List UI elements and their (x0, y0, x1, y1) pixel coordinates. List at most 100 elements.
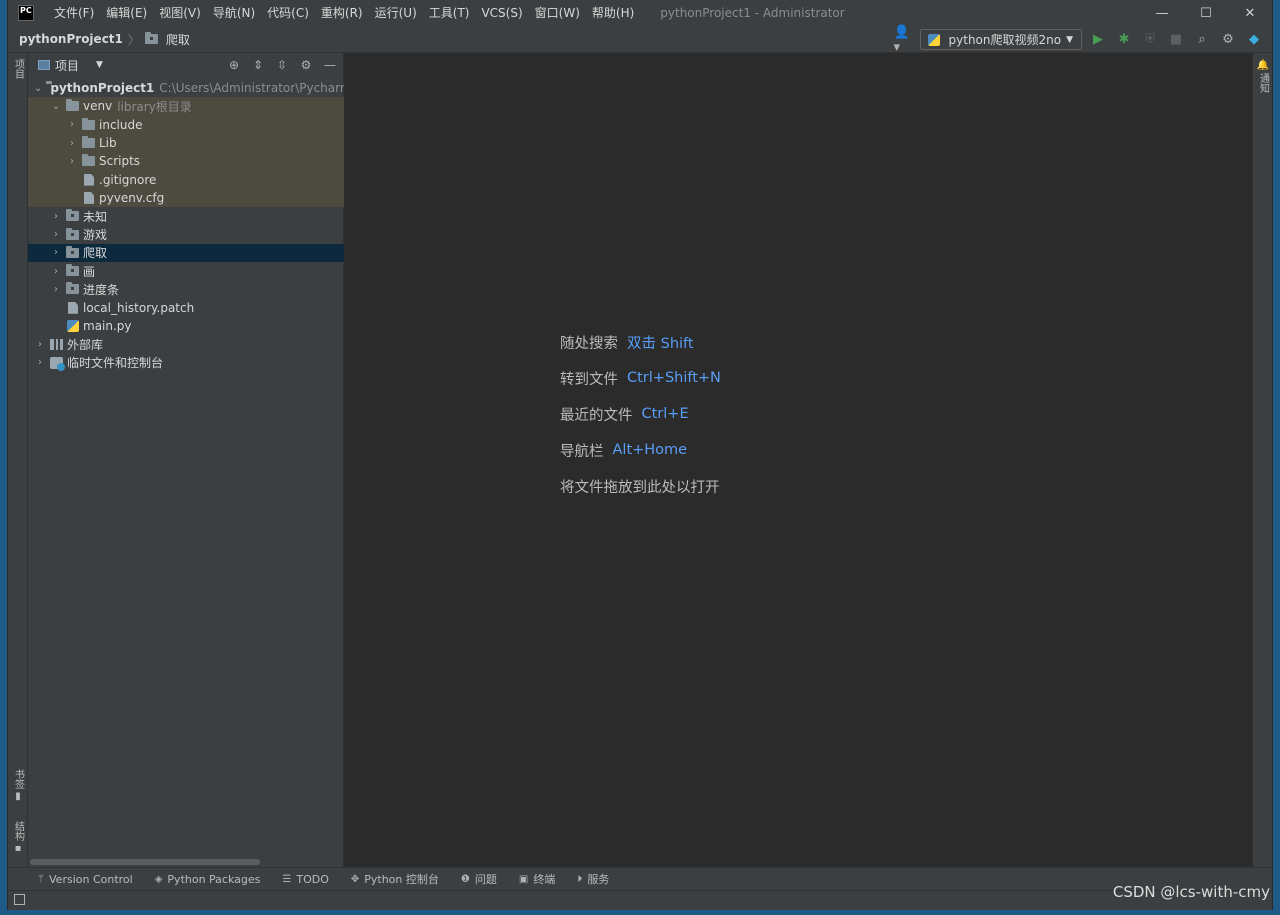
menu-window[interactable]: 窗口(W) (529, 0, 586, 26)
tool-python-console[interactable]: ✥ Python 控制台 (351, 871, 439, 887)
collapse-all-icon[interactable]: ⇳ (273, 56, 291, 74)
menu-view[interactable]: 视图(V) (153, 0, 207, 26)
minimize-button[interactable]: — (1140, 0, 1184, 26)
tool-label: 服务 (587, 873, 610, 886)
menu-tools[interactable]: 工具(T) (423, 0, 476, 26)
debug-icon[interactable]: ✱ (1114, 30, 1134, 50)
navbar-toolbar: 👤▾ python爬取视频2no ▼ ▶ ✱ ⛨ ■ ⌕ ⚙ ◆ (894, 25, 1264, 55)
tool-label: Version Control (49, 872, 133, 886)
tree-item-progress[interactable]: › 进度条 (28, 280, 344, 298)
menu-help[interactable]: 帮助(H) (586, 0, 640, 26)
notifications-tool-button[interactable]: 🔔 通知 (1255, 59, 1271, 93)
maximize-button[interactable]: ☐ (1184, 0, 1228, 26)
tool-version-control[interactable]: ᛘ Version Control (38, 873, 133, 886)
menu-bar: 文件(F) 编辑(E) 视图(V) 导航(N) 代码(C) 重构(R) 运行(U… (48, 0, 640, 26)
tool-label: TODO (296, 872, 329, 886)
hint-navigation-bar: 导航栏 Alt+Home (560, 432, 721, 468)
collapsed-arrow-icon[interactable]: › (50, 284, 62, 295)
search-icon[interactable]: ⌕ (1192, 30, 1212, 50)
folder-icon (144, 32, 158, 44)
project-tool-button[interactable]: 项目 (10, 59, 26, 79)
tree-item-venv[interactable]: ⌄ venv library根目录 (28, 97, 344, 116)
tool-python-packages[interactable]: ◈ Python Packages (155, 873, 261, 886)
menu-navigate[interactable]: 导航(N) (207, 0, 261, 26)
chevron-down-icon: ▼ (1066, 34, 1073, 45)
expanded-arrow-icon[interactable]: ⌄ (50, 101, 62, 112)
jetbrains-toolbox-icon[interactable]: ◆ (1244, 30, 1264, 50)
stop-icon[interactable]: ■ (1166, 30, 1186, 50)
tree-item-gitignore[interactable]: .gitignore (28, 170, 344, 189)
structure-tool-label: 结构 (12, 821, 24, 841)
run-config-label: python爬取视频2no (948, 33, 1062, 47)
run-config-selector[interactable]: python爬取视频2no ▼ (919, 29, 1082, 50)
collapsed-arrow-icon[interactable]: › (34, 339, 46, 350)
user-icon[interactable]: 👤▾ (894, 25, 914, 55)
project-panel-header: 项目 ▼ ⊕ ⇕ ⇳ ⚙ — (28, 53, 343, 77)
tree-item-pyvenv[interactable]: pyvenv.cfg (28, 188, 344, 208)
hint-shortcut[interactable]: 双击 Shift (627, 332, 694, 353)
bottom-tool-bar: ᛘ Version Control ◈ Python Packages ☰ TO… (8, 867, 1272, 890)
tree-item-external-libraries[interactable]: › 外部库 (28, 335, 344, 353)
tool-label: 问题 (474, 873, 497, 886)
settings-icon[interactable]: ⚙ (1218, 30, 1238, 50)
right-tool-stripe: 🔔 通知 (1252, 53, 1272, 867)
file-icon (84, 191, 94, 204)
tool-services[interactable]: ⏵ 服务 (577, 871, 609, 887)
tree-item-label: Scripts (99, 154, 141, 169)
menu-run[interactable]: 运行(U) (369, 0, 423, 26)
tree-item-crawl[interactable]: › 爬取 (28, 243, 344, 262)
editor-area[interactable]: 随处搜索 双击 Shift 转到文件 Ctrl+Shift+N 最近的文件 Ct… (344, 53, 1254, 867)
hide-panel-icon[interactable]: — (321, 56, 339, 74)
toggle-tool-windows-icon[interactable] (14, 894, 25, 905)
horizontal-scrollbar[interactable] (30, 859, 260, 865)
collapsed-arrow-icon[interactable]: › (66, 156, 78, 167)
tool-problems[interactable]: ❶ 问题 (461, 871, 497, 887)
tree-item-include[interactable]: › include (28, 115, 344, 134)
menu-edit[interactable]: 编辑(E) (100, 0, 153, 26)
expand-all-icon[interactable]: ⇕ (249, 56, 267, 74)
menu-file[interactable]: 文件(F) (48, 0, 100, 26)
tool-terminal[interactable]: ▣ 终端 (519, 871, 555, 887)
run-icon[interactable]: ▶ (1088, 30, 1108, 50)
tree-item-patch[interactable]: local_history.patch (28, 299, 344, 317)
breadcrumb-project[interactable]: pythonProject1 (19, 32, 123, 46)
tree-item-draw[interactable]: › 画 (28, 262, 344, 280)
hint-shortcut[interactable]: Ctrl+Shift+N (627, 370, 721, 386)
collapsed-arrow-icon[interactable]: › (34, 357, 46, 368)
hint-shortcut[interactable]: Ctrl+E (642, 406, 689, 422)
menu-refactor[interactable]: 重构(R) (315, 0, 369, 26)
collapsed-arrow-icon[interactable]: › (66, 138, 78, 149)
tree-item-unknown[interactable]: › 未知 (28, 207, 344, 225)
tree-item-game[interactable]: › 游戏 (28, 225, 344, 243)
tree-item-main[interactable]: main.py (28, 317, 344, 335)
close-button[interactable]: ✕ (1228, 0, 1272, 26)
tree-item-label: local_history.patch (83, 300, 195, 315)
bookmarks-tool-button[interactable]: 书签 ▮ (10, 769, 26, 802)
tree-item-scratches[interactable]: › 临时文件和控制台 (28, 353, 344, 371)
file-icon (84, 173, 94, 186)
structure-tool-button[interactable]: 结构 ▪ (10, 821, 26, 854)
locate-file-icon[interactable]: ⊕ (225, 56, 243, 74)
collapsed-arrow-icon[interactable]: › (50, 229, 62, 240)
hint-label: 随处搜索 (560, 335, 618, 352)
collapsed-arrow-icon[interactable]: › (50, 247, 62, 258)
menu-code[interactable]: 代码(C) (261, 0, 315, 26)
tool-todo[interactable]: ☰ TODO (282, 873, 328, 886)
expanded-arrow-icon[interactable]: ⌄ (34, 83, 42, 94)
tree-item-scripts[interactable]: › Scripts (28, 152, 344, 171)
tree-item-lib[interactable]: › Lib (28, 133, 344, 153)
tree-item-root[interactable]: ⌄ pythonProject1 C:\Users\Administrator\… (28, 79, 344, 97)
services-icon: ⏵ (577, 873, 583, 885)
coverage-icon[interactable]: ⛨ (1140, 30, 1160, 50)
menu-vcs[interactable]: VCS(S) (475, 0, 528, 26)
project-panel-title[interactable]: 项目 (55, 57, 79, 74)
collapsed-arrow-icon[interactable]: › (50, 211, 62, 222)
collapsed-arrow-icon[interactable]: › (66, 119, 78, 130)
hint-shortcut[interactable]: Alt+Home (613, 442, 688, 458)
gear-icon[interactable]: ⚙ (297, 56, 315, 74)
collapsed-arrow-icon[interactable]: › (50, 266, 62, 277)
view-dropdown-icon[interactable]: ▼ (96, 60, 103, 70)
python-console-icon: ✥ (350, 873, 360, 885)
hint-label: 将文件拖放到此处以打开 (560, 479, 720, 496)
breadcrumb-folder[interactable]: 爬取 (144, 31, 190, 48)
